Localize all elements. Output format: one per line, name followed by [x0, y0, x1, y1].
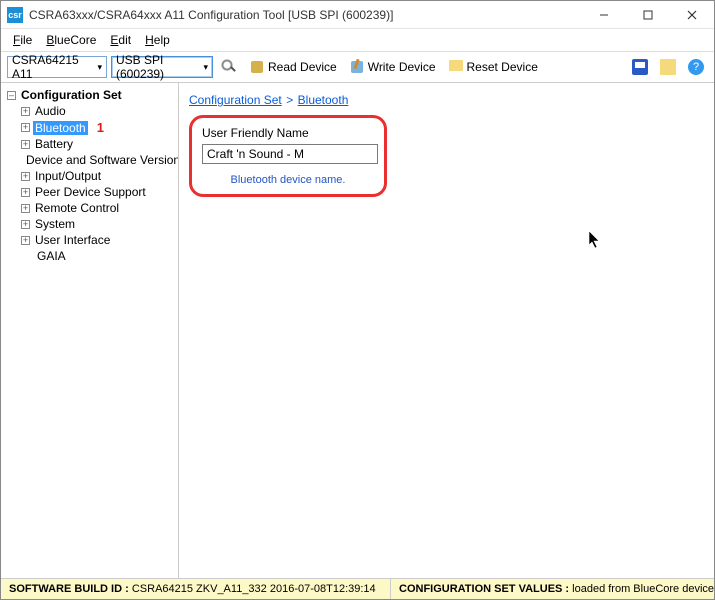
- save-icon: [632, 59, 648, 75]
- expand-icon[interactable]: +: [21, 140, 30, 149]
- reset-device-label: Reset Device: [467, 60, 538, 74]
- expand-icon[interactable]: +: [21, 107, 30, 116]
- main-body: – Configuration Set +Audio+Bluetooth1+Ba…: [1, 83, 714, 578]
- app-icon: csr: [7, 7, 23, 23]
- menu-edit[interactable]: Edit: [104, 31, 137, 49]
- read-device-label: Read Device: [268, 60, 337, 74]
- content-panel: Configuration Set > Bluetooth User Frien…: [179, 83, 714, 578]
- callout-number: 1: [97, 120, 104, 135]
- window-controls: [582, 1, 714, 28]
- reset-device-button[interactable]: Reset Device: [444, 57, 542, 77]
- help-button[interactable]: ?: [684, 57, 708, 77]
- maximize-button[interactable]: [626, 1, 670, 28]
- read-device-button[interactable]: Read Device: [245, 57, 341, 77]
- tree-item-label: Remote Control: [33, 201, 121, 215]
- window-title: CSRA63xxx/CSRA64xxx A11 Configuration To…: [29, 8, 582, 22]
- menu-file[interactable]: File: [7, 31, 38, 49]
- tree-item-input-output[interactable]: +Input/Output: [17, 168, 176, 184]
- transport-search-button[interactable]: [217, 57, 241, 77]
- status-left: SOFTWARE BUILD ID : CSRA64215 ZKV_A11_33…: [1, 579, 391, 599]
- tree-root-label: Configuration Set: [19, 88, 124, 102]
- status-right-label: CONFIGURATION SET VALUES :: [399, 583, 569, 595]
- write-device-button[interactable]: Write Device: [345, 57, 440, 77]
- tree-item-bluetooth[interactable]: +Bluetooth 1: [17, 119, 176, 136]
- tree-item-device-and-software-version[interactable]: Device and Software Version: [17, 152, 176, 168]
- tree-item-label: Battery: [33, 137, 75, 151]
- tree-item-label: User Interface: [33, 233, 112, 247]
- tree-item-label: Bluetooth: [33, 121, 88, 135]
- breadcrumb-leaf[interactable]: Bluetooth: [298, 93, 349, 107]
- open-button[interactable]: [656, 57, 680, 77]
- tree-panel: – Configuration Set +Audio+Bluetooth1+Ba…: [1, 83, 179, 578]
- chevron-down-icon: ▾: [97, 62, 102, 73]
- toolbar: CSRA64215 A11 ▾ USB SPI (600239) ▾ Read …: [1, 52, 714, 83]
- expand-icon[interactable]: +: [21, 172, 30, 181]
- collapse-icon[interactable]: –: [7, 91, 16, 100]
- write-device-icon: [349, 59, 365, 75]
- tree-item-remote-control[interactable]: +Remote Control: [17, 200, 176, 216]
- tree-root[interactable]: – Configuration Set: [3, 87, 176, 103]
- tree-item-battery[interactable]: +Battery: [17, 136, 176, 152]
- cursor-icon: [589, 231, 601, 252]
- tree-item-label: Audio: [33, 104, 68, 118]
- tree-item-label: System: [33, 217, 77, 231]
- status-right-value: loaded from BlueCore device: [572, 583, 714, 595]
- save-button[interactable]: [628, 57, 652, 77]
- status-left-label: SOFTWARE BUILD ID :: [9, 583, 129, 595]
- device-select[interactable]: CSRA64215 A11 ▾: [7, 56, 107, 78]
- chevron-down-icon: ▾: [203, 62, 208, 73]
- device-select-value: CSRA64215 A11: [12, 53, 91, 81]
- expand-icon[interactable]: +: [21, 123, 30, 132]
- breadcrumb-sep: >: [286, 93, 293, 107]
- tree-item-label: Peer Device Support: [33, 185, 148, 199]
- tree-item-gaia[interactable]: GAIA: [17, 248, 176, 264]
- breadcrumb: Configuration Set > Bluetooth: [189, 91, 704, 109]
- tree-item-user-interface[interactable]: +User Interface: [17, 232, 176, 248]
- minimize-button[interactable]: [582, 1, 626, 28]
- menu-help[interactable]: Help: [139, 31, 176, 49]
- tree-item-audio[interactable]: +Audio: [17, 103, 176, 119]
- status-left-value: CSRA64215 ZKV_A11_332 2016-07-08T12:39:1…: [132, 583, 376, 595]
- field-label: User Friendly Name: [202, 126, 374, 140]
- expand-icon[interactable]: +: [21, 236, 30, 245]
- statusbar: SOFTWARE BUILD ID : CSRA64215 ZKV_A11_33…: [1, 578, 714, 599]
- menu-bluecore[interactable]: BlueCore: [40, 31, 102, 49]
- field-hint: Bluetooth device name.: [202, 174, 374, 186]
- help-icon: ?: [688, 59, 704, 75]
- close-button[interactable]: [670, 1, 714, 28]
- reset-device-icon: [448, 59, 464, 75]
- highlight-box: User Friendly Name Bluetooth device name…: [189, 115, 387, 197]
- transport-select-value: USB SPI (600239): [116, 53, 197, 81]
- search-icon: [221, 59, 237, 75]
- open-icon: [660, 59, 676, 75]
- tree-item-system[interactable]: +System: [17, 216, 176, 232]
- status-right: CONFIGURATION SET VALUES : loaded from B…: [391, 579, 714, 599]
- friendly-name-input[interactable]: [202, 144, 378, 164]
- write-device-label: Write Device: [368, 60, 436, 74]
- expand-icon[interactable]: +: [21, 204, 30, 213]
- breadcrumb-root[interactable]: Configuration Set: [189, 93, 282, 107]
- tree-item-label: Device and Software Version: [24, 153, 179, 167]
- expand-icon[interactable]: +: [21, 188, 30, 197]
- expand-icon[interactable]: +: [21, 220, 30, 229]
- titlebar: csr CSRA63xxx/CSRA64xxx A11 Configuratio…: [1, 1, 714, 29]
- read-device-icon: [249, 59, 265, 75]
- transport-select[interactable]: USB SPI (600239) ▾: [111, 56, 213, 78]
- menubar: File BlueCore Edit Help: [1, 29, 714, 52]
- tree-item-peer-device-support[interactable]: +Peer Device Support: [17, 184, 176, 200]
- tree-item-label: Input/Output: [33, 169, 103, 183]
- tree-item-label: GAIA: [35, 249, 68, 263]
